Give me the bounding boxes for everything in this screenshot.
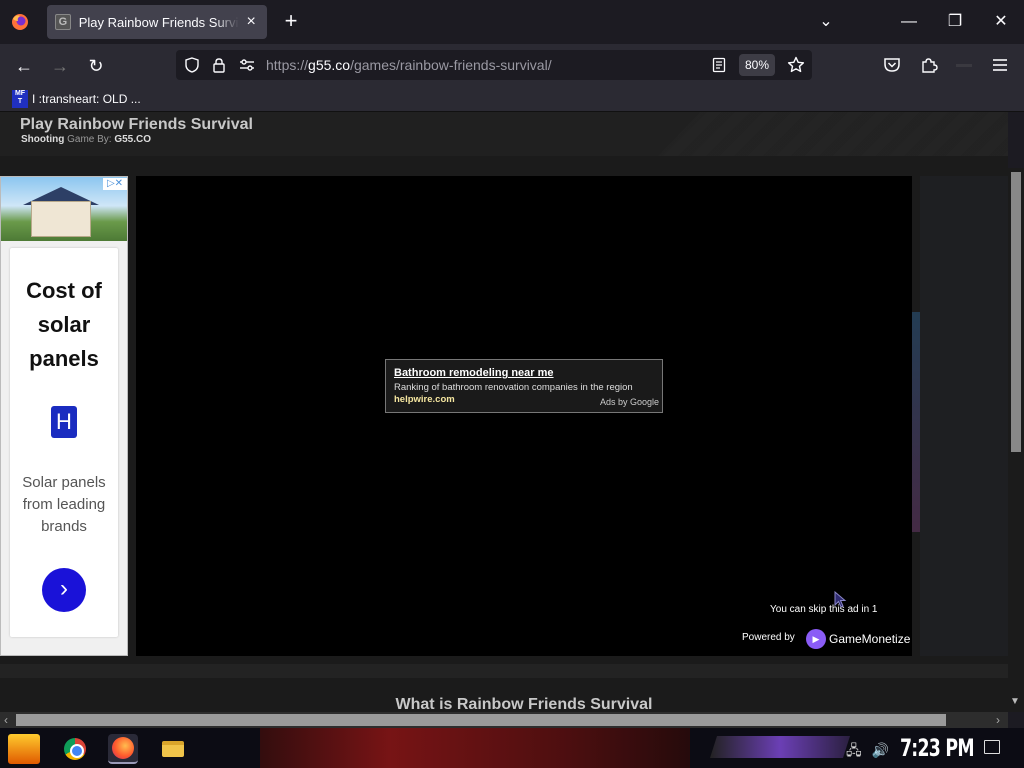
taskbar-wallpaper-accent [710,736,850,758]
bookmark-star-icon[interactable] [787,56,805,74]
bookmark-item[interactable]: I :transheart: OLD ... [32,92,141,106]
scroll-left-arrow-icon[interactable]: ‹ [4,712,8,728]
ad-card[interactable]: Cost of solar panels H Solar panels from… [10,248,118,637]
ad-brand-logo-icon: H [51,406,77,438]
horizontal-scrollbar-thumb[interactable] [16,714,946,726]
taskbar: 🖧 🔊 7:23 PM [0,728,1024,768]
game-category-link[interactable]: Shooting [21,134,64,145]
horizontal-scrollbar[interactable]: ‹ › [0,712,1008,728]
ad-description: Solar panels from leading brands [22,474,106,535]
preroll-text-ad[interactable]: Bathroom remodeling near me Ranking of b… [385,359,663,413]
ad-headline: Cost of solar panels [26,278,102,371]
tab-close-icon[interactable]: × [243,13,259,31]
gamemonetize-brand[interactable]: GameMonetize [829,632,910,646]
taskbar-wallpaper-art [260,728,690,768]
url-scheme: https:// [266,57,309,73]
taskbar-file-explorer[interactable] [158,734,188,764]
permissions-icon[interactable] [238,58,256,72]
game-by-label: Game By: [64,134,115,145]
hamburger-menu-icon[interactable] [992,58,1008,72]
scroll-down-arrow-icon[interactable]: ▼ [1010,696,1020,707]
vertical-scrollbar[interactable] [1008,168,1024,712]
forward-button[interactable]: → [46,52,74,80]
notification-center-icon[interactable] [984,740,1000,754]
url-text[interactable]: https://g55.co/games/rainbow-friends-sur… [266,57,552,73]
navigation-toolbar: ← → ↻ https://g55.co/games/rainbow-frien… [0,44,1024,86]
restore-button[interactable]: ❐ [940,8,970,36]
house-body [31,201,91,237]
url-path: /games/rainbow-friends-survival/ [350,57,552,73]
bookmark-favicon-icon: MF T [12,90,28,108]
adchoices-icon[interactable]: ▷✕ [103,178,127,190]
vertical-scrollbar-thumb[interactable] [1011,172,1021,452]
game-author-link[interactable]: G55.CO [114,134,151,145]
game-iframe[interactable]: Bathroom remodeling near me Ranking of b… [136,176,912,656]
section-divider [0,664,1008,678]
start-button[interactable] [8,734,40,764]
reader-view-icon[interactable] [712,57,726,73]
game-header: Play Rainbow Friends Survival Shooting G… [0,112,1008,156]
ad-cta-arrow-button[interactable]: › [42,568,86,612]
close-window-button[interactable]: ✕ [986,8,1016,36]
taskbar-firefox[interactable] [108,734,138,764]
ad-title-link[interactable]: Bathroom remodeling near me [394,367,554,379]
game-subtitle: Shooting Game By: G55.CO [21,134,151,145]
minimize-button[interactable]: — [894,8,924,36]
folder-icon [162,741,184,757]
firefox-icon [112,737,134,759]
ad-text: Ranking of bathroom renovation companies… [394,382,633,393]
chrome-icon [64,738,86,760]
page-title: Play Rainbow Friends Survival [20,116,253,133]
scroll-right-arrow-icon[interactable]: › [996,712,1000,728]
tab-title: Play Rainbow Friends Survival [78,14,240,30]
bookmarks-toolbar: MF T I :transheart: OLD ... [0,86,1024,112]
skip-ad-countdown[interactable]: You can skip this ad in 1 [770,604,877,615]
firefox-icon [12,14,28,30]
new-tab-button[interactable]: + [279,10,303,34]
lock-icon[interactable] [212,57,226,73]
tab-active[interactable]: G Play Rainbow Friends Survival × [47,5,267,39]
side-advertisement[interactable]: ▷✕ Cost of solar panels H Solar panels f… [0,176,128,656]
side-glow [912,312,920,532]
extensions-puzzle-icon[interactable] [920,56,938,74]
powered-by-label: Powered by [742,632,795,643]
system-tray[interactable]: 🖧 🔊 [846,740,889,764]
url-bar[interactable]: https://g55.co/games/rainbow-friends-sur… [176,50,812,80]
web-page: Play Rainbow Friends Survival Shooting G… [0,112,1008,712]
extension-slot[interactable] [956,64,972,67]
pocket-icon[interactable] [883,57,901,73]
taskbar-chrome[interactable] [60,734,90,764]
section-heading: What is Rainbow Friends Survival [395,696,653,712]
right-sidebar [920,176,1008,656]
back-button[interactable]: ← [10,52,38,80]
firefox-view-button[interactable] [8,10,32,34]
taskbar-clock[interactable]: 7:23 PM [900,734,975,762]
tab-strip: G Play Rainbow Friends Survival × + ⌄ — … [0,0,1024,44]
zoom-level-badge[interactable]: 80% [739,54,775,76]
mouse-cursor-icon [834,591,847,608]
gamemonetize-play-icon: ▶ [806,629,826,649]
volume-icon[interactable]: 🔊 [872,742,889,758]
network-icon[interactable]: 🖧 [846,742,862,758]
tracking-protection-shield-icon[interactable] [184,57,200,73]
list-all-tabs-chevron-icon[interactable]: ⌄ [811,8,841,36]
ads-by-google-label[interactable]: Ads by Google [600,397,659,407]
ad-display-url[interactable]: helpwire.com [394,394,455,405]
url-host: g55.co [308,57,351,73]
reload-button[interactable]: ↻ [82,52,110,80]
site-favicon-icon: G [55,14,71,30]
